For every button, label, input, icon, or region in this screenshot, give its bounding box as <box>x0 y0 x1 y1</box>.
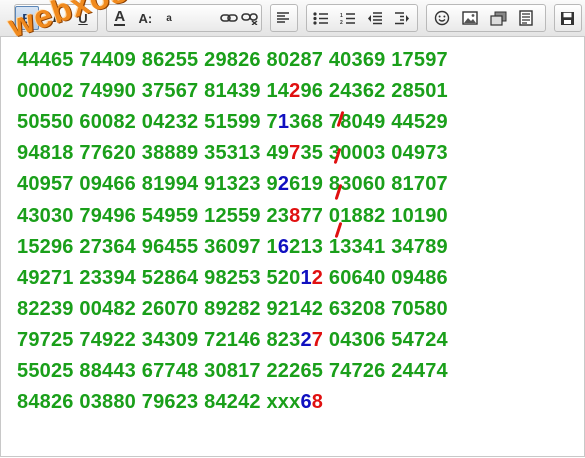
highlight-digit: 2 <box>300 328 312 351</box>
align-left-button[interactable] <box>271 6 295 30</box>
align-left-icon <box>277 12 289 23</box>
align-group <box>270 4 298 32</box>
font-size-icon: A: <box>138 10 153 26</box>
result-line: 94818 77620 38889 35313 49735 30003 0497… <box>17 142 448 165</box>
line-text: 77 01882 10190 <box>300 204 448 227</box>
unlink-button[interactable] <box>239 6 261 30</box>
line-text: 00002 74990 37567 81439 14 <box>17 80 290 103</box>
line-text: 368 78049 44529 <box>289 111 448 134</box>
highlight-digit: 6 <box>300 391 312 414</box>
line-text: 50550 60082 04232 51599 7 <box>17 111 278 134</box>
svg-text:1: 1 <box>340 13 343 19</box>
line-text: 15296 27364 96455 36097 1 <box>17 235 278 258</box>
highlight-digit: 8 <box>289 204 301 227</box>
result-line: 55025 88443 67748 30817 22265 74726 2447… <box>17 360 448 383</box>
link-button[interactable] <box>218 6 240 30</box>
line-text: 96 24362 28501 <box>300 80 448 103</box>
line-text: 49271 23394 52864 98253 520 <box>17 266 301 289</box>
save-icon <box>560 11 574 25</box>
highlight-digit: 2 <box>277 173 290 196</box>
result-line: 00002 74990 37567 81439 14296 24362 2850… <box>17 80 448 103</box>
save-group <box>554 4 582 32</box>
superscript-icon: a <box>166 12 172 24</box>
outdent-icon <box>368 11 382 24</box>
line-text: 619 83060 81707 <box>289 173 448 196</box>
line-text: 84826 03880 79623 84242 xxx <box>17 391 301 414</box>
highlight-digit: 6 <box>277 235 290 258</box>
document-icon <box>519 10 533 26</box>
list-group: 12 <box>306 4 418 32</box>
svg-text:2: 2 <box>340 20 343 25</box>
bullet-list-icon <box>313 11 328 25</box>
highlight-digit: 8 <box>311 391 324 414</box>
result-line: 44465 74409 86255 29826 80287 40369 1759… <box>17 49 448 72</box>
editor-content[interactable]: 44465 74409 86255 29826 80287 40369 1759… <box>0 37 585 457</box>
gallery-icon <box>489 11 506 26</box>
outdent-button[interactable] <box>363 6 387 30</box>
highlight-digit: 1 <box>277 111 290 134</box>
highlight-digit: 2 <box>289 80 301 103</box>
highlight-digit: 1 <box>300 266 312 289</box>
line-text: 55025 88443 67748 30817 22265 74726 2447… <box>17 360 448 382</box>
link-icon <box>219 14 238 22</box>
superscript-button[interactable]: a <box>158 6 180 30</box>
line-text: 82239 00482 26070 89282 92142 63208 7058… <box>17 297 448 320</box>
line-text: 213 13341 34789 <box>289 235 448 258</box>
result-line: 43030 79496 54959 12559 23877 01882 1019… <box>17 205 448 228</box>
line-text: 74409 86255 29826 80287 40369 17597 <box>79 49 448 71</box>
line-text: 44465 <box>17 49 80 71</box>
line-text: 40957 09466 81994 91323 9 <box>17 173 278 196</box>
line-text: 94818 77620 38889 35313 49 <box>17 142 290 165</box>
line-text: 04306 54724 <box>323 328 448 351</box>
unlink-icon <box>241 13 258 25</box>
indent-button[interactable] <box>390 6 414 30</box>
result-line: 84826 03880 79623 84242 xxx68 <box>17 391 323 414</box>
emoji-button[interactable] <box>430 6 454 30</box>
image-icon <box>462 11 478 25</box>
image-button[interactable] <box>458 6 482 30</box>
insert-group <box>426 4 546 32</box>
numbered-list-button[interactable]: 12 <box>336 6 360 30</box>
result-line: 82239 00482 26070 89282 92142 63208 7058… <box>17 298 448 321</box>
highlight-digit: 7 <box>289 142 301 165</box>
highlight-digit: 2 <box>311 266 324 289</box>
result-line: 15296 27364 96455 36097 16213 13341 3478… <box>17 236 448 259</box>
result-line: 79725 74922 34309 72146 82327 04306 5472… <box>17 329 448 352</box>
font-size-button[interactable]: A: <box>135 6 157 30</box>
result-line: 50550 60082 04232 51599 71368 78049 4452… <box>17 111 448 134</box>
page-break-button[interactable] <box>514 6 538 30</box>
numbered-list-icon: 12 <box>340 13 355 25</box>
font-group: A A: a <box>106 4 262 32</box>
line-text: 43030 79496 54959 12559 23 <box>17 204 290 227</box>
highlight-digit: 7 <box>311 328 324 351</box>
line-text: 79725 74922 34309 72146 823 <box>17 328 301 351</box>
bullet-list-button[interactable] <box>309 6 333 30</box>
result-line: 49271 23394 52864 98253 52012 60640 0948… <box>17 267 448 290</box>
indent-icon <box>395 11 409 24</box>
result-line: 40957 09466 81994 91323 92619 83060 8170… <box>17 173 448 196</box>
media-button[interactable] <box>486 6 510 30</box>
line-text: 60640 09486 <box>323 266 448 289</box>
smiley-icon <box>434 10 450 26</box>
line-text: 35 30003 04973 <box>300 142 448 165</box>
save-button[interactable] <box>555 6 579 30</box>
